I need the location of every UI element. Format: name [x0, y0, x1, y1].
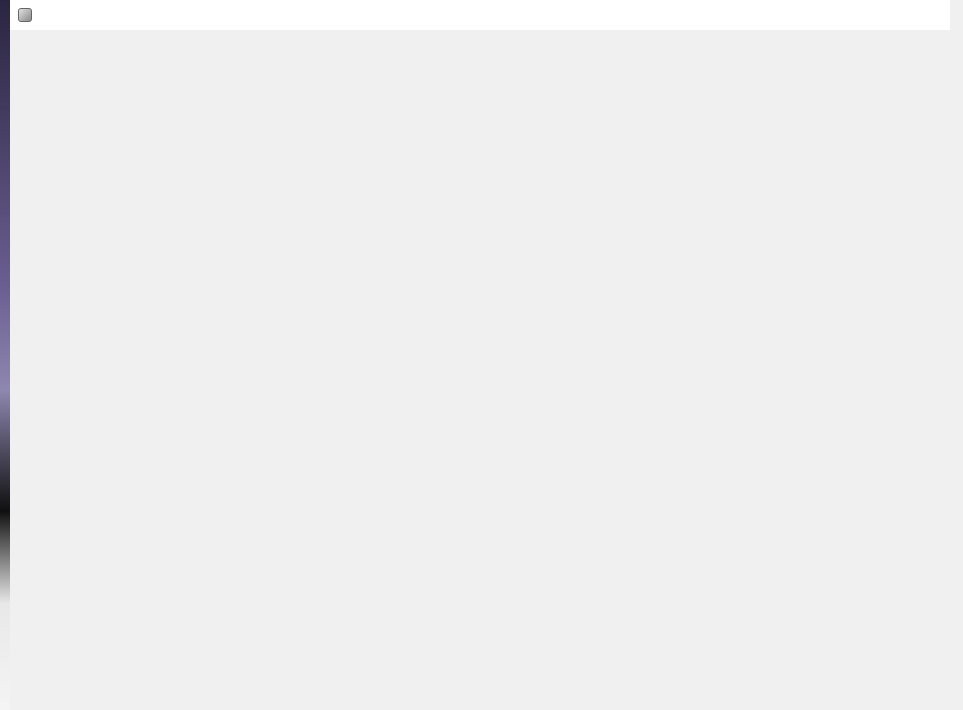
title-bar — [10, 0, 950, 30]
minimize-button[interactable] — [858, 2, 904, 28]
app-window — [0, 0, 963, 710]
app-icon — [18, 8, 32, 22]
desktop-background — [0, 0, 10, 710]
